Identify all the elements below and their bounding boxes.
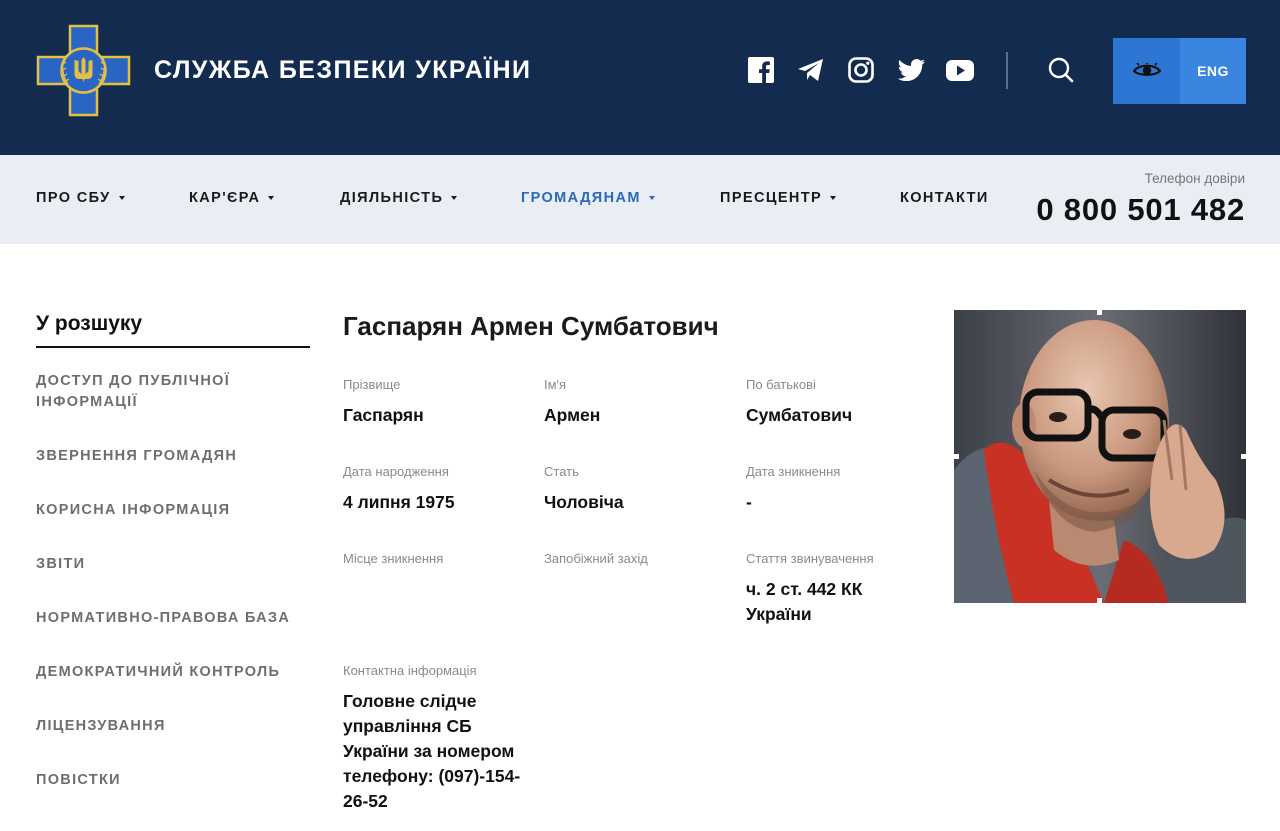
field-preventive-measure: Запобіжний захід [544, 551, 734, 577]
sidebar-item-licensing[interactable]: ЛІЦЕНЗУВАННЯ [36, 716, 306, 737]
chevron-down-icon [268, 196, 275, 200]
chevron-down-icon [830, 196, 837, 200]
field-sex: Стать Чоловіча [544, 464, 734, 515]
field-label: Ім'я [544, 377, 567, 392]
field-label: Контактна інформація [343, 663, 477, 678]
field-value: - [746, 492, 752, 512]
facebook-icon[interactable] [746, 55, 776, 85]
nav-item-citizens[interactable]: ГРОМАДЯНАМ [521, 190, 655, 206]
field-label: Дата народження [343, 464, 449, 479]
eye-icon [1132, 63, 1161, 76]
resize-handle [1097, 598, 1102, 603]
field-first-name: Ім'я Армен [544, 377, 734, 428]
site-header: СЛУЖБА БЕЗПЕКИ УКРАЇНИ ENG [0, 0, 1280, 155]
field-value: Гаспарян [343, 405, 424, 425]
person-photo [954, 310, 1246, 603]
field-contact-info: Контактна інформація Головне слідче упра… [343, 663, 531, 814]
field-charge-article: Стаття звинувачення ч. 2 ст. 442 КК Укра… [746, 551, 921, 627]
field-label: По батькові [746, 377, 816, 392]
field-value: Армен [544, 405, 601, 425]
sidebar-item-citizen-appeals[interactable]: ЗВЕРНЕННЯ ГРОМАДЯН [36, 446, 306, 467]
nav-item-about[interactable]: ПРО СБУ [36, 190, 125, 206]
language-switch-button[interactable]: ENG [1180, 38, 1246, 104]
sidebar-title-underline [36, 346, 310, 348]
sidebar-title[interactable]: У розшуку [36, 312, 142, 336]
youtube-icon[interactable] [945, 55, 975, 85]
resize-handle [1097, 310, 1102, 315]
nav-item-press-center[interactable]: ПРЕСЦЕНТР [720, 190, 837, 206]
field-value: Сумбатович [746, 405, 853, 425]
sidebar-item-useful-info[interactable]: КОРИСНА ІНФОРМАЦІЯ [36, 500, 306, 521]
chevron-down-icon [648, 196, 655, 200]
telegram-icon[interactable] [796, 55, 826, 85]
field-value: Головне слідче управління СБ України за … [343, 691, 521, 811]
field-value: 4 липня 1975 [343, 492, 455, 512]
field-label: Запобіжний захід [544, 551, 648, 566]
field-surname: Прізвище Гаспарян [343, 377, 533, 428]
nav-item-activity[interactable]: ДІЯЛЬНІСТЬ [340, 190, 458, 206]
sidebar-item-summons[interactable]: ПОВІСТКИ [36, 770, 306, 791]
resize-handle [1241, 454, 1246, 459]
sidebar-item-public-info[interactable]: ДОСТУП ДО ПУБЛІЧНОЇ ІНФОРМАЦІЇ [36, 371, 306, 413]
sidebar-item-legal-base[interactable]: НОРМАТИВНО-ПРАВОВА БАЗА [36, 608, 306, 629]
chevron-down-icon [118, 196, 125, 200]
site-title[interactable]: СЛУЖБА БЕЗПЕКИ УКРАЇНИ [154, 56, 531, 85]
twitter-icon[interactable] [896, 55, 926, 85]
instagram-icon[interactable] [846, 55, 876, 85]
field-value: ч. 2 ст. 442 КК України [746, 579, 863, 624]
accessibility-eye-button[interactable] [1113, 38, 1180, 104]
field-label: Місце зникнення [343, 551, 444, 566]
sbu-emblem-logo[interactable] [36, 24, 131, 117]
resize-handle [954, 454, 959, 459]
field-disappearance-date: Дата зникнення - [746, 464, 936, 515]
field-label: Прізвище [343, 377, 401, 392]
person-full-name: Гаспарян Армен Сумбатович [343, 311, 719, 341]
field-disappearance-place: Місце зникнення [343, 551, 533, 577]
header-divider [1006, 52, 1008, 89]
field-label: Стать [544, 464, 579, 479]
search-icon[interactable] [1046, 55, 1076, 85]
sidebar-item-democratic-control[interactable]: ДЕМОКРАТИЧНИЙ КОНТРОЛЬ [36, 662, 306, 683]
field-label: Дата зникнення [746, 464, 841, 479]
nav-item-contacts[interactable]: КОНТАКТИ [900, 190, 989, 206]
chevron-down-icon [451, 196, 458, 200]
sidebar-item-reports[interactable]: ЗВІТИ [36, 554, 306, 575]
field-birth-date: Дата народження 4 липня 1975 [343, 464, 533, 515]
field-patronymic: По батькові Сумбатович [746, 377, 936, 428]
field-value: Чоловіча [544, 492, 624, 512]
hotline-number[interactable]: 0 800 501 482 [1036, 192, 1245, 228]
nav-item-career[interactable]: КАР'ЄРА [189, 190, 275, 206]
field-label: Стаття звинувачення [746, 551, 874, 566]
hotline-label: Телефон довіри [1144, 171, 1245, 186]
